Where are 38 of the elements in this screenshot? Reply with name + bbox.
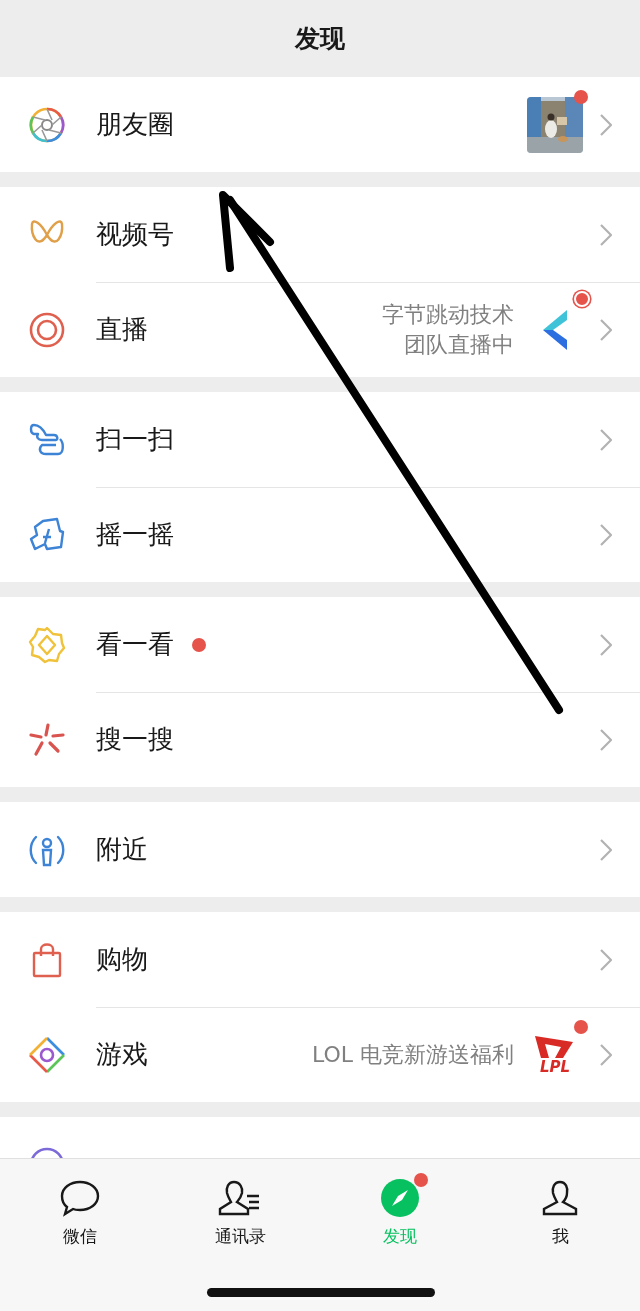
- tab[interactable]: 我: [536, 1177, 584, 1248]
- compass-icon: [380, 1178, 420, 1218]
- chevron-icon: [600, 113, 612, 136]
- shake-icon: [29, 516, 65, 553]
- chevron-icon: [600, 633, 612, 656]
- aperture-icon: [28, 105, 66, 144]
- burst-icon: [28, 721, 66, 758]
- menu-item[interactable]: 附近: [96, 832, 148, 867]
- person-icon: [540, 1179, 580, 1217]
- menu-item[interactable]: 朋友圈: [96, 107, 174, 142]
- diamond-icon: [28, 1035, 66, 1074]
- chevron-icon: [600, 523, 612, 546]
- menu-item[interactable]: 游戏: [96, 1037, 148, 1072]
- page-title: 发现: [295, 23, 345, 55]
- shopping-bag-icon: [31, 941, 63, 978]
- item-detail: 字节跳动技术团队直播中: [382, 300, 514, 359]
- chevron-logo-icon: [541, 307, 569, 352]
- tab[interactable]: 通讯录: [210, 1177, 270, 1248]
- menu-item[interactable]: 购物: [96, 942, 148, 977]
- chevron-icon: [600, 838, 612, 861]
- logo-text: LPL: [539, 1060, 571, 1075]
- chevron-icon: [600, 223, 612, 246]
- chevron-icon: [600, 428, 612, 451]
- menu-item[interactable]: 看一看: [96, 627, 174, 662]
- chevron-icon: [600, 318, 612, 341]
- menu-item[interactable]: 视频号: [96, 217, 174, 252]
- item-detail: LOL 电竞新游送福利: [311, 1040, 514, 1069]
- chevron-icon: [600, 948, 612, 971]
- menu-item[interactable]: 搜一搜: [96, 722, 174, 757]
- concentric-circles-icon: [28, 310, 66, 349]
- chat-bubble-icon: [59, 1179, 101, 1217]
- menu-item[interactable]: 摇一摇: [96, 517, 174, 552]
- menu-item[interactable]: 扫一扫: [96, 422, 174, 457]
- star-icon: [28, 625, 66, 664]
- chevron-icon: [600, 728, 612, 751]
- chevron-icon: [600, 1043, 612, 1066]
- menu-item[interactable]: 直播: [96, 312, 148, 347]
- tab[interactable]: 微信: [55, 1177, 105, 1248]
